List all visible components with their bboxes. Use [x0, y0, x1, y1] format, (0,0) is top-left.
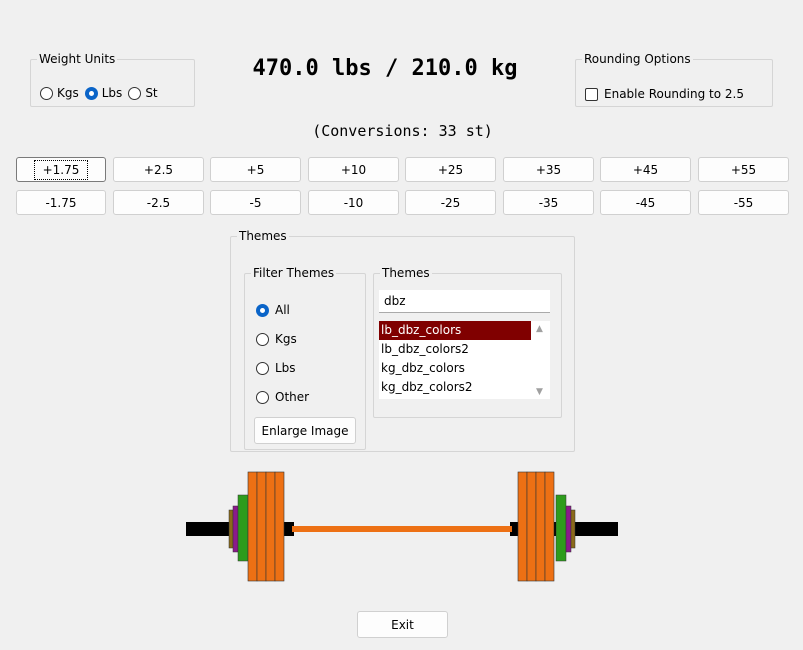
decrement-label: -45 — [635, 195, 656, 210]
theme-search-value: dbz — [384, 294, 406, 308]
radio-icon — [128, 86, 142, 100]
plate-large — [247, 471, 258, 582]
plate-large — [544, 471, 555, 582]
rounding-checkbox[interactable] — [585, 87, 598, 101]
increment-button-55[interactable]: +55 — [698, 157, 789, 182]
increment-label: +25 — [437, 162, 464, 177]
plate-large — [274, 471, 285, 582]
increment-label: +35 — [535, 162, 562, 177]
plate-tiny — [570, 509, 576, 549]
filter-themes-legend: Filter Themes — [253, 266, 335, 280]
weight-units-group: Weight Units Kgs Lbs St — [30, 52, 195, 107]
weight-units-legend: Weight Units — [39, 52, 116, 66]
unit-label-kgs: Kgs — [57, 86, 79, 100]
decrement-label: -35 — [538, 195, 559, 210]
radio-selected-icon — [84, 86, 98, 100]
filter-label-lbs: Lbs — [275, 361, 296, 375]
filter-themes-group: Filter Themes All Kgs Lbs Other Enlarge … — [244, 266, 366, 450]
increment-label: +45 — [632, 162, 659, 177]
themes-list-legend: Themes — [382, 266, 430, 280]
decrement-button-5[interactable]: -5 — [210, 190, 301, 215]
theme-search-input[interactable]: dbz — [379, 290, 550, 313]
decrement-label: -55 — [733, 195, 754, 210]
decrement-label: -1.75 — [45, 195, 77, 210]
exit-label: Exit — [391, 617, 414, 632]
plate-medium — [555, 494, 567, 562]
weight-display: 470.0 lbs / 210.0 kg — [252, 56, 518, 81]
increment-label: +10 — [340, 162, 367, 177]
theme-list-scrollbar[interactable]: ▲ ▼ — [531, 321, 550, 399]
increment-button-1-75[interactable]: +1.75 — [16, 157, 106, 182]
filter-radio-kgs[interactable]: Kgs — [256, 332, 297, 346]
decrement-label: -2.5 — [146, 195, 171, 210]
plate-large — [517, 471, 528, 582]
barbell-image — [186, 471, 618, 582]
increment-button-45[interactable]: +45 — [600, 157, 691, 182]
decrement-button-2-5[interactable]: -2.5 — [113, 190, 204, 215]
plate-tiny — [228, 509, 234, 549]
plate-small — [232, 505, 239, 553]
unit-label-lbs: Lbs — [101, 86, 123, 100]
enlarge-image-label: Enlarge Image — [261, 423, 349, 438]
rounding-checkbox-label: Enable Rounding to 2.5 — [604, 87, 744, 101]
scroll-down-icon[interactable]: ▼ — [531, 387, 548, 397]
conversions-text: (Conversions: 33 st) — [312, 122, 493, 140]
theme-list-item[interactable]: kg_dbz_colors — [379, 359, 531, 378]
unit-label-st: St — [145, 86, 158, 100]
unit-radio-lbs[interactable]: Lbs — [84, 86, 123, 100]
plate-large — [535, 471, 546, 582]
increment-label: +1.75 — [33, 159, 89, 180]
theme-list-item[interactable]: lb_dbz_colors2 — [379, 340, 531, 359]
filter-label-other: Other — [275, 390, 310, 404]
decrement-label: -10 — [343, 195, 364, 210]
unit-radio-kgs[interactable]: Kgs — [40, 86, 79, 100]
plate-medium — [237, 494, 249, 562]
themes-list-group: Themes dbz lb_dbz_colors lb_dbz_colors2 … — [373, 266, 562, 418]
plate-large — [265, 471, 276, 582]
decrement-label: -25 — [440, 195, 461, 210]
radio-selected-icon — [256, 303, 269, 317]
filter-radio-lbs[interactable]: Lbs — [256, 361, 296, 375]
radio-icon — [256, 361, 269, 375]
rounding-options-legend: Rounding Options — [584, 52, 691, 66]
increment-label: +55 — [730, 162, 757, 177]
decrement-button-10[interactable]: -10 — [308, 190, 399, 215]
decrement-button-25[interactable]: -25 — [405, 190, 496, 215]
plate-small — [565, 505, 572, 553]
bar — [292, 526, 512, 532]
unit-radio-st[interactable]: St — [128, 86, 158, 100]
themes-group: Themes Filter Themes All Kgs Lbs Other E… — [230, 229, 575, 452]
decrement-button-1-75[interactable]: -1.75 — [16, 190, 106, 215]
increment-button-5[interactable]: +5 — [210, 157, 301, 182]
filter-radio-other[interactable]: Other — [256, 390, 309, 404]
plate-large — [256, 471, 267, 582]
plate-large — [526, 471, 537, 582]
radio-icon — [40, 86, 53, 100]
filter-label-kgs: Kgs — [275, 332, 297, 346]
decrement-button-45[interactable]: -45 — [600, 190, 691, 215]
scroll-up-icon[interactable]: ▲ — [531, 324, 548, 334]
enlarge-image-button[interactable]: Enlarge Image — [254, 417, 356, 444]
decrement-button-55[interactable]: -55 — [698, 190, 789, 215]
increment-label: +5 — [246, 162, 265, 177]
decrement-button-35[interactable]: -35 — [503, 190, 594, 215]
radio-icon — [256, 332, 269, 346]
exit-button[interactable]: Exit — [357, 611, 448, 638]
themes-legend: Themes — [239, 229, 287, 243]
theme-list-item[interactable]: kg_dbz_colors2 — [379, 378, 531, 397]
increment-button-25[interactable]: +25 — [405, 157, 496, 182]
increment-button-2-5[interactable]: +2.5 — [113, 157, 204, 182]
rounding-options-group: Rounding Options Enable Rounding to 2.5 — [575, 52, 773, 107]
increment-button-35[interactable]: +35 — [503, 157, 594, 182]
increment-button-10[interactable]: +10 — [308, 157, 399, 182]
increment-label: +2.5 — [143, 162, 174, 177]
decrement-label: -5 — [249, 195, 262, 210]
filter-label-all: All — [275, 303, 290, 317]
filter-radio-all[interactable]: All — [256, 303, 290, 317]
theme-listbox[interactable]: lb_dbz_colors lb_dbz_colors2 kg_dbz_colo… — [379, 321, 531, 399]
theme-list-item[interactable]: lb_dbz_colors — [379, 321, 531, 340]
rounding-checkbox-row[interactable]: Enable Rounding to 2.5 — [585, 87, 744, 101]
radio-icon — [256, 390, 269, 404]
